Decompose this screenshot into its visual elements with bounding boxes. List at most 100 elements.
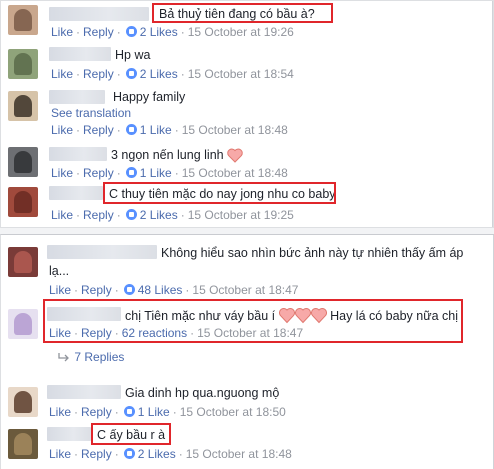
comment-text: Happy family [113,90,186,104]
like-link[interactable]: Like [51,208,73,222]
avatar[interactable] [8,387,38,417]
comment-text: Hp wa [115,48,151,62]
comment-actions: Like · Reply · 1 Like · 15 October at 18:48 [51,123,288,137]
comment-item: C ấy bầu r à Like · Reply · 2 Likes · 15 Octob… [1,423,494,463]
comment-actions: Like · Reply · 2 Likes · 15 October at 19:25 [51,208,294,222]
comment-actions: Like · Reply · 2 Likes · 15 October at 18:48 [49,447,292,461]
comments-panel-top: Bả thuỷ tiên đang có bầu à? Like · Reply · 2… [0,0,494,228]
reply-link[interactable]: Reply [83,67,114,81]
commenter-name-blurred[interactable] [49,47,111,61]
like-icon [123,448,135,459]
like-link[interactable]: Like [51,25,73,39]
comment-item: 3 ngọn nến lung linh Like · Reply · 1 Like · 1… [1,144,493,184]
comment-item: Không hiểu sao nhìn bức ảnh này tự nhiên… [1,241,494,297]
timestamp[interactable]: 15 October at 18:47 [197,326,303,340]
reply-link[interactable]: Reply [83,25,114,39]
commenter-name-blurred[interactable] [49,90,105,104]
timestamp[interactable]: 15 October at 18:54 [188,67,294,81]
reactions-count[interactable]: 62 reactions [122,326,187,340]
like-link[interactable]: Like [51,123,73,137]
avatar[interactable] [8,247,38,277]
timestamp[interactable]: 15 October at 18:50 [180,405,286,419]
see-translation-link[interactable]: See translation [51,106,131,120]
likes-count[interactable]: 2 Likes [140,25,178,39]
comment-text-line2: lạ... [49,264,70,278]
timestamp[interactable]: 15 October at 19:25 [188,208,294,222]
avatar[interactable] [8,429,38,459]
panel-edge [492,1,493,227]
view-replies-link[interactable]: 7 Replies [57,350,124,364]
likes-count[interactable]: 2 Likes [138,447,176,461]
avatar[interactable] [8,147,38,177]
timestamp[interactable]: 15 October at 18:47 [192,283,298,297]
reply-link[interactable]: Reply [83,166,114,180]
like-icon [125,209,137,220]
highlight-box [152,3,333,23]
commenter-name-blurred[interactable] [49,186,103,200]
comment-text-after: Hay lá có baby nữa chị [330,309,458,323]
comment-text-before: chị Tiên mặc như váy bầu í [125,309,276,323]
comment-actions: Like · Reply · 1 Like · 15 October at 18:50 [49,405,286,419]
comment-text: chị Tiên mặc như váy bầu í Hay lá có bab… [125,307,458,324]
reply-link[interactable]: Reply [81,326,112,340]
highlight-box [103,182,336,204]
like-link[interactable]: Like [51,67,73,81]
reply-link[interactable]: Reply [83,208,114,222]
commenter-name-blurred[interactable] [49,147,107,161]
timestamp[interactable]: 15 October at 19:26 [188,25,294,39]
avatar[interactable] [8,5,38,35]
likes-count[interactable]: 1 Like [140,123,172,137]
like-link[interactable]: Like [51,166,73,180]
like-icon [125,68,137,79]
like-icon [123,284,135,295]
like-icon [125,26,137,37]
replies-label: 7 Replies [74,350,125,364]
like-icon [125,124,137,135]
avatar[interactable] [8,49,38,79]
comment-item: chị Tiên mặc như váy bầu í Hay lá có bab… [1,299,494,365]
reply-arrow-icon [58,353,69,362]
likes-count[interactable]: 48 Likes [138,283,183,297]
comment-text-content: 3 ngọn nến lung linh [111,148,224,162]
comment-actions: Like · Reply · 2 Likes · 15 October at 18:54 [51,67,294,81]
timestamp[interactable]: 15 October at 18:48 [182,166,288,180]
like-link[interactable]: Like [49,447,71,461]
like-icon [123,406,135,417]
likes-count[interactable]: 1 Like [138,405,170,419]
reply-link[interactable]: Reply [81,447,112,461]
likes-count[interactable]: 1 Like [140,166,172,180]
comment-item: C thuy tiên mặc do nay jong nhu co baby … [1,182,493,224]
comment-text: 3 ngọn nến lung linh [111,148,243,163]
timestamp[interactable]: 15 October at 18:48 [182,123,288,137]
likes-count[interactable]: 2 Likes [140,67,178,81]
comment-actions: Like · Reply · 2 Likes · 15 October at 19:26 [51,25,294,39]
comment-actions: Like · Reply · 48 Likes · 15 October at 18:47 [49,283,299,297]
likes-count[interactable]: 2 Likes [140,208,178,222]
three-hearts-emoji-icon [278,308,327,324]
reply-link[interactable]: Reply [83,123,114,137]
reply-link[interactable]: Reply [81,283,112,297]
comment-item: Gia dinh hp qua.nguong mộ Like · Reply · 1 L… [1,381,494,421]
like-icon [125,167,137,178]
comments-panel-bottom: Không hiểu sao nhìn bức ảnh này tự nhiên… [0,234,494,469]
comment-actions: Like · Reply · 1 Like · 15 October at 18:48 [51,166,288,180]
like-link[interactable]: Like [49,405,71,419]
highlight-box [91,423,171,445]
reply-link[interactable]: Reply [81,405,112,419]
avatar[interactable] [8,187,38,217]
comment-text: Gia dinh hp qua.nguong mộ [125,386,280,400]
commenter-name-blurred[interactable] [47,245,157,259]
comment-item: Bả thuỷ tiên đang có bầu à? Like · Reply · 2… [1,3,493,43]
comment-text-line1: Không hiểu sao nhìn bức ảnh này tự nhiên… [161,246,464,260]
avatar[interactable] [8,91,38,121]
like-link[interactable]: Like [49,326,71,340]
timestamp[interactable]: 15 October at 18:48 [186,447,292,461]
commenter-name-blurred[interactable] [49,7,149,21]
commenter-name-blurred[interactable] [47,385,121,399]
comment-item: Hp wa Like · Reply · 2 Likes · 15 October at 1… [1,45,493,85]
avatar[interactable] [8,309,38,339]
commenter-name-blurred[interactable] [47,427,91,441]
comment-actions: Like · Reply · 62 reactions · 15 October at 18… [49,326,304,340]
like-link[interactable]: Like [49,283,71,297]
heart-emoji-icon [227,148,243,163]
